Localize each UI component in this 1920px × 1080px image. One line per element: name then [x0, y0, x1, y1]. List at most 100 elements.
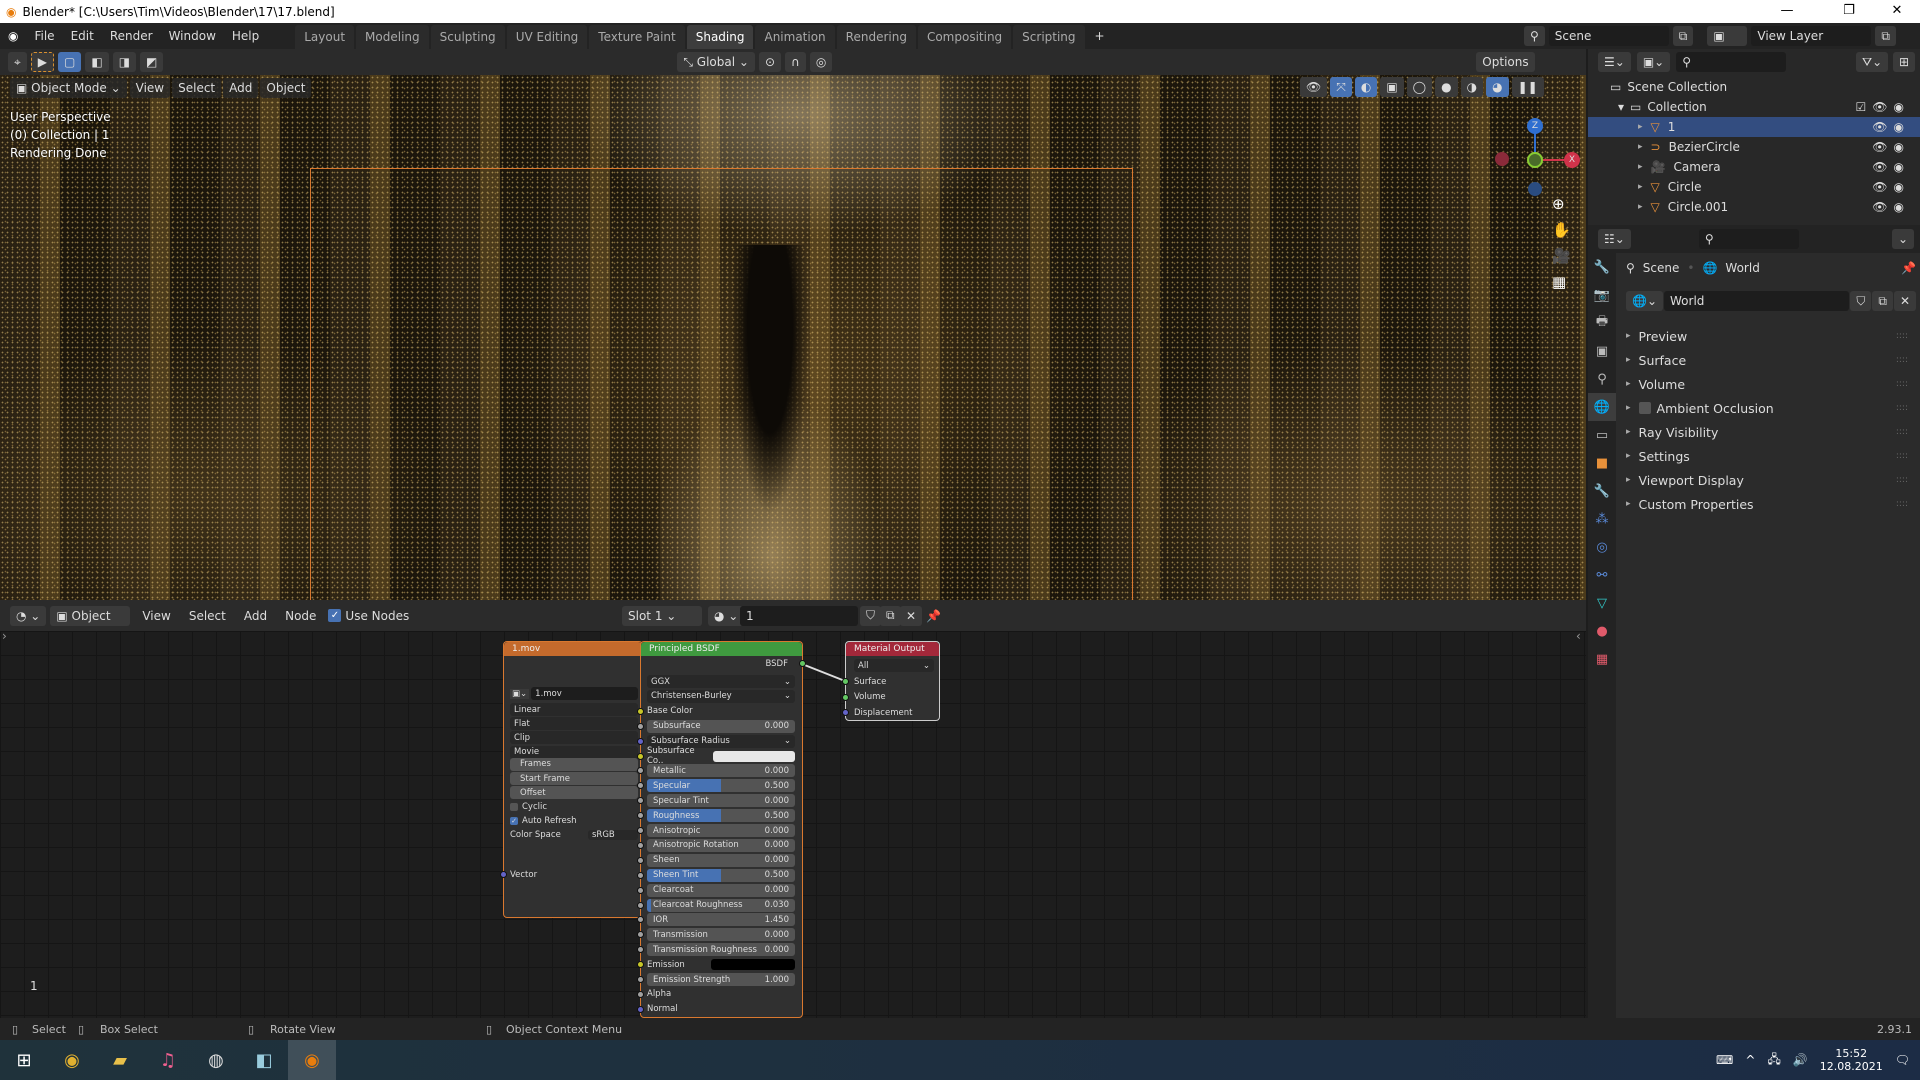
ambient-occlusion-checkbox[interactable] — [1638, 402, 1651, 414]
network-icon[interactable]: 🖧 — [1767, 1050, 1780, 1071]
node-menu-select[interactable]: Select — [181, 609, 234, 623]
camera-view-icon[interactable]: 🎥 — [1552, 247, 1571, 265]
properties-search-input[interactable]: ⚲ — [1698, 229, 1799, 249]
material-icon[interactable]: ● — [1588, 617, 1616, 645]
panel-custom-properties[interactable]: ▸ Custom Properties:::: — [1626, 493, 1916, 515]
input-socket[interactable] — [637, 886, 644, 894]
principled-bsdf-node[interactable]: Principled BSDF BSDF GGX ⌄ Christensen-Bur… — [637, 641, 806, 1018]
panel-settings[interactable]: ▸ Settings:::: — [1626, 445, 1916, 467]
zoom-icon[interactable]: ⊕ — [1552, 195, 1571, 213]
material-shading-icon[interactable]: ◑ — [1460, 77, 1484, 97]
particles-icon[interactable]: ⁂ — [1588, 505, 1616, 533]
collection-icon[interactable]: ▭ — [1588, 421, 1616, 449]
expand-arrow-icon[interactable]: ▸ — [1638, 182, 1643, 192]
fake-user-icon[interactable]: ⛉ — [860, 605, 882, 626]
bsdf-row-anisotropic-rotation[interactable]: Anisotropic Rotation 0.000 — [647, 838, 795, 852]
input-socket[interactable] — [637, 737, 644, 745]
input-socket[interactable] — [637, 976, 644, 983]
collection-row[interactable]: ▾ ▭ Collection ☑👁◉ — [1588, 97, 1920, 117]
blender-taskbar-icon[interactable]: ◉ — [288, 1040, 336, 1080]
gizmo-neg-z[interactable] — [1528, 182, 1542, 196]
drag-handle-icon[interactable]: :::: — [1896, 427, 1908, 437]
drag-handle-icon[interactable]: :::: — [1896, 499, 1908, 509]
select-tool-icon[interactable]: ▶ — [30, 52, 54, 72]
tab-shading[interactable]: Shading — [686, 25, 754, 49]
input-socket[interactable] — [637, 827, 644, 834]
viewport-menu-view[interactable]: View — [129, 77, 171, 98]
movie-row-cyclic[interactable]: Cyclic — [510, 800, 638, 813]
viewport-menu-add[interactable]: Add — [223, 77, 259, 98]
image-texture-node[interactable]: 1.mov ▣⌄ 1.mov Linear Flat Clip Movie Frames… — [500, 641, 643, 918]
expand-arrow-icon[interactable]: ▸ — [1638, 142, 1643, 152]
constraints-icon[interactable]: ⚯ — [1588, 561, 1616, 589]
obs-icon[interactable]: ◍ — [192, 1040, 240, 1080]
snap-icon[interactable]: ∩ — [785, 52, 806, 72]
toolbar-expand-icon[interactable]: › — [2, 629, 7, 643]
tab-sculpting[interactable]: Sculpting — [430, 25, 505, 49]
new-view-layer-icon[interactable]: ⧉ — [1875, 26, 1896, 46]
drag-handle-icon[interactable]: :::: — [1896, 331, 1908, 341]
input-socket[interactable] — [637, 931, 644, 939]
properties-options-icon[interactable]: ⌄ — [1891, 229, 1914, 249]
movie-row-linear[interactable]: Linear — [510, 703, 638, 716]
color-swatch[interactable] — [711, 959, 795, 971]
display-mode-icon[interactable]: ▣⌄ — [1636, 52, 1671, 72]
transform-orientation-dropdown[interactable]: ⤡ Global ⌄ — [677, 52, 755, 72]
outliner-item-circle-001[interactable]: ▸ ▽ Circle.001 👁◉ — [1588, 197, 1920, 217]
tab-compositing[interactable]: Compositing — [917, 25, 1012, 49]
panel-ambient-occlusion[interactable]: ▸ Ambient Occlusion:::: — [1626, 397, 1916, 419]
new-collection-icon[interactable]: ⊞ — [1893, 52, 1916, 72]
panel-surface[interactable]: ▸ Surface:::: — [1626, 349, 1916, 371]
new-scene-icon[interactable]: ⧉ — [1672, 26, 1694, 46]
menu-file[interactable]: File — [26, 29, 62, 43]
input-socket[interactable] — [637, 1005, 644, 1013]
movie-checkbox[interactable]: ✓ — [510, 817, 518, 826]
output-target-dropdown[interactable]: All ⌄ — [854, 659, 934, 672]
outliner-search-input[interactable]: ⚲ — [1676, 52, 1787, 72]
tab-scripting[interactable]: Scripting — [1013, 25, 1085, 49]
movie-row-movie[interactable]: Movie — [510, 745, 638, 759]
overlay-icon[interactable]: ◐ — [1354, 77, 1378, 97]
material-name-field[interactable]: 1 — [740, 605, 858, 626]
menu-window[interactable]: Window — [161, 29, 224, 43]
chrome-icon[interactable]: ◉ — [48, 1040, 96, 1080]
add-workspace-button[interactable]: + — [1087, 29, 1113, 43]
tab-layout[interactable]: Layout — [295, 25, 355, 49]
world-browse-icon[interactable]: 🌐⌄ — [1626, 291, 1663, 311]
movie-row-frames[interactable]: Frames — [510, 757, 638, 771]
bsdf-row-emission-strength[interactable]: Emission Strength 1.000 — [647, 973, 795, 986]
input-socket[interactable] — [637, 782, 644, 790]
node-menu-add[interactable]: Add — [236, 609, 275, 623]
bsdf-row-metallic[interactable]: Metallic 0.000 — [647, 764, 795, 778]
minimize-button[interactable]: — — [1764, 0, 1810, 23]
use-nodes-checkbox[interactable]: ✓ — [328, 609, 342, 622]
menu-edit[interactable]: Edit — [63, 29, 102, 43]
panel-viewport-display[interactable]: ▸ Viewport Display:::: — [1626, 469, 1916, 491]
panel-volume[interactable]: ▸ Volume:::: — [1626, 373, 1916, 395]
view-layer-field[interactable]: View Layer — [1751, 26, 1872, 46]
image-name-field[interactable]: 1.mov — [531, 687, 638, 700]
input-socket[interactable] — [637, 707, 644, 715]
gizmo-z[interactable]: Z — [1527, 118, 1543, 134]
view-layer-icon[interactable]: ▣ — [1588, 337, 1616, 365]
sidebar-expand-icon[interactable]: ‹ — [1576, 629, 1581, 643]
notifications-icon[interactable]: 🗨 — [1895, 1053, 1910, 1067]
file-explorer-icon[interactable]: ▰ — [96, 1040, 144, 1080]
input-socket[interactable] — [637, 856, 644, 864]
3d-viewport[interactable]: ▣ Object Mode ⌄ View Select Add Object 👁 ⤧ … — [0, 75, 1586, 600]
bsdf-row-specular[interactable]: Specular 0.500 — [647, 779, 795, 793]
restore-button[interactable]: ❐ — [1826, 0, 1872, 23]
bsdf-row-anisotropic[interactable]: Anisotropic 0.000 — [647, 824, 795, 837]
color-space-value[interactable]: sRGB — [588, 830, 638, 841]
input-socket[interactable] — [637, 841, 644, 849]
bsdf-row-ior[interactable]: IOR 1.450 — [647, 913, 795, 927]
input-socket[interactable] — [637, 752, 644, 760]
rendered-shading-icon[interactable]: ◕ — [1486, 77, 1509, 97]
new-world-icon[interactable]: ⧉ — [1872, 291, 1893, 311]
xray-icon[interactable]: ▣ — [1380, 77, 1404, 97]
panel-preview[interactable]: ▸ Preview:::: — [1626, 325, 1916, 347]
proportional-edit-icon[interactable]: ◎ — [809, 52, 833, 72]
tab-texture-paint[interactable]: Texture Paint — [589, 25, 685, 49]
pause-render-icon[interactable]: ❚❚ — [1511, 77, 1544, 97]
new-material-icon[interactable]: ⧉ — [880, 605, 901, 626]
